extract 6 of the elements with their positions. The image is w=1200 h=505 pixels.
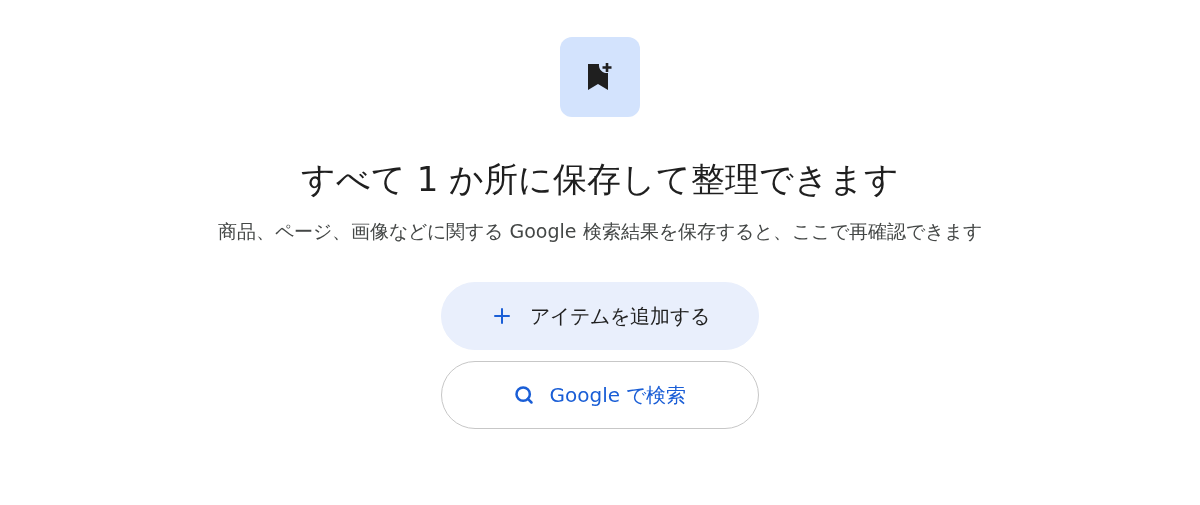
page-title: すべて 1 か所に保存して整理できます — [300, 158, 900, 201]
search-icon — [513, 385, 534, 405]
search-button[interactable]: Google で検索 — [441, 361, 759, 429]
description-text: 商品、ページ、画像などに関する Google 検索結果を保存すると、ここで再確認できます — [218, 219, 982, 244]
bookmark-plus-icon — [585, 62, 615, 92]
add-item-button[interactable]: アイテムを追加する — [441, 282, 759, 350]
